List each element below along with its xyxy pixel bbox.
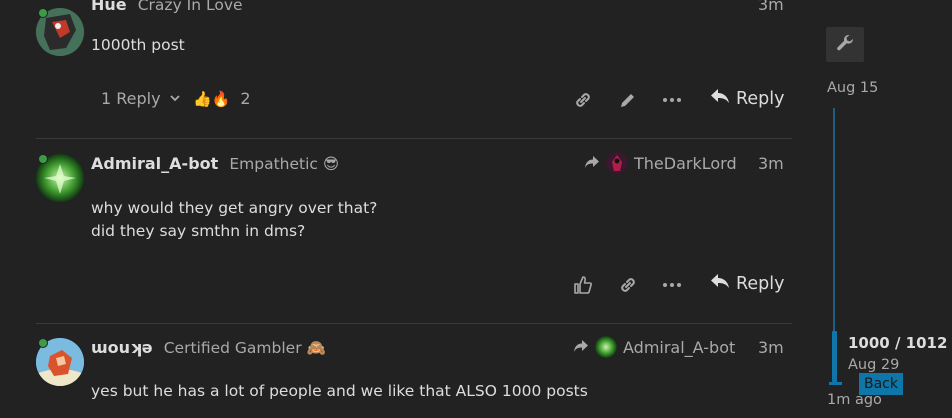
user-title: Certified Gambler 🙈 xyxy=(163,339,326,357)
user-title: Empathetic 😎 xyxy=(229,155,340,173)
timeline-start-date[interactable]: Aug 15 xyxy=(827,80,878,96)
timeline-end-date[interactable]: 1m ago xyxy=(827,392,882,408)
online-indicator xyxy=(38,8,48,18)
ellipsis-icon[interactable] xyxy=(660,89,684,111)
link-icon[interactable] xyxy=(571,89,595,111)
chevron-down-icon xyxy=(169,89,181,108)
ellipsis-icon[interactable] xyxy=(660,274,684,296)
admin-wrench-button[interactable] xyxy=(826,27,864,62)
avatar xyxy=(595,336,617,358)
reply-to-tab[interactable]: TheDarkLord xyxy=(584,152,737,174)
post-divider xyxy=(36,138,792,139)
post-time[interactable]: 3m xyxy=(758,0,784,14)
reply-arrow-icon xyxy=(710,273,730,294)
link-icon[interactable] xyxy=(616,274,640,296)
username[interactable]: Admiral_A-bot xyxy=(91,154,218,173)
post-time[interactable]: 3m xyxy=(758,338,784,357)
back-label: Back xyxy=(864,376,898,392)
pencil-icon[interactable] xyxy=(616,89,640,111)
timeline-end-marker xyxy=(829,382,842,385)
replies-label: 1 Reply xyxy=(101,89,161,108)
online-indicator xyxy=(38,338,48,348)
post-body-line: why would they get angry over that? xyxy=(91,199,378,217)
avatar xyxy=(606,152,628,174)
reaction-count: 2 xyxy=(240,89,251,108)
post-body-line: yes but he has a lot of people and we li… xyxy=(91,382,588,400)
reaction-emojis: 👍🔥 xyxy=(193,89,231,108)
timeline-handle[interactable] xyxy=(832,331,837,382)
timeline-position-date: Aug 29 xyxy=(848,357,900,373)
user-title: Crazy In Love xyxy=(137,0,243,14)
reply-label: Reply xyxy=(736,88,785,109)
reactions[interactable]: 👍🔥 2 xyxy=(193,89,251,108)
online-indicator xyxy=(38,154,48,164)
username[interactable]: ɯouʞǝ xyxy=(91,338,153,357)
post-body-line: did they say smthn in dms? xyxy=(91,222,306,240)
share-arrow-icon xyxy=(584,154,600,173)
username[interactable]: Hue xyxy=(91,0,127,14)
reply-to-username: TheDarkLord xyxy=(634,153,737,173)
timeline-position: 1000 / 1012 xyxy=(848,334,948,352)
reply-arrow-icon xyxy=(710,88,730,109)
wrench-icon xyxy=(836,34,854,56)
share-arrow-icon xyxy=(573,338,589,357)
post-body: yes but he has a lot of people and we li… xyxy=(91,380,588,403)
replies-toggle[interactable]: 1 Reply xyxy=(101,89,181,108)
post-divider xyxy=(36,323,792,324)
post-body: 1000th post xyxy=(91,34,185,57)
like-icon[interactable] xyxy=(571,274,595,296)
reply-label: Reply xyxy=(736,273,785,294)
reply-to-username: Admiral_A-bot xyxy=(623,337,736,357)
post-time[interactable]: 3m xyxy=(758,154,784,173)
reply-button[interactable]: Reply xyxy=(710,88,784,109)
post-body-line: 1000th post xyxy=(91,36,185,54)
post-body: why would they get angry over that? did … xyxy=(91,197,377,243)
reply-button[interactable]: Reply xyxy=(710,273,784,294)
reply-to-tab[interactable]: Admiral_A-bot xyxy=(573,336,735,358)
